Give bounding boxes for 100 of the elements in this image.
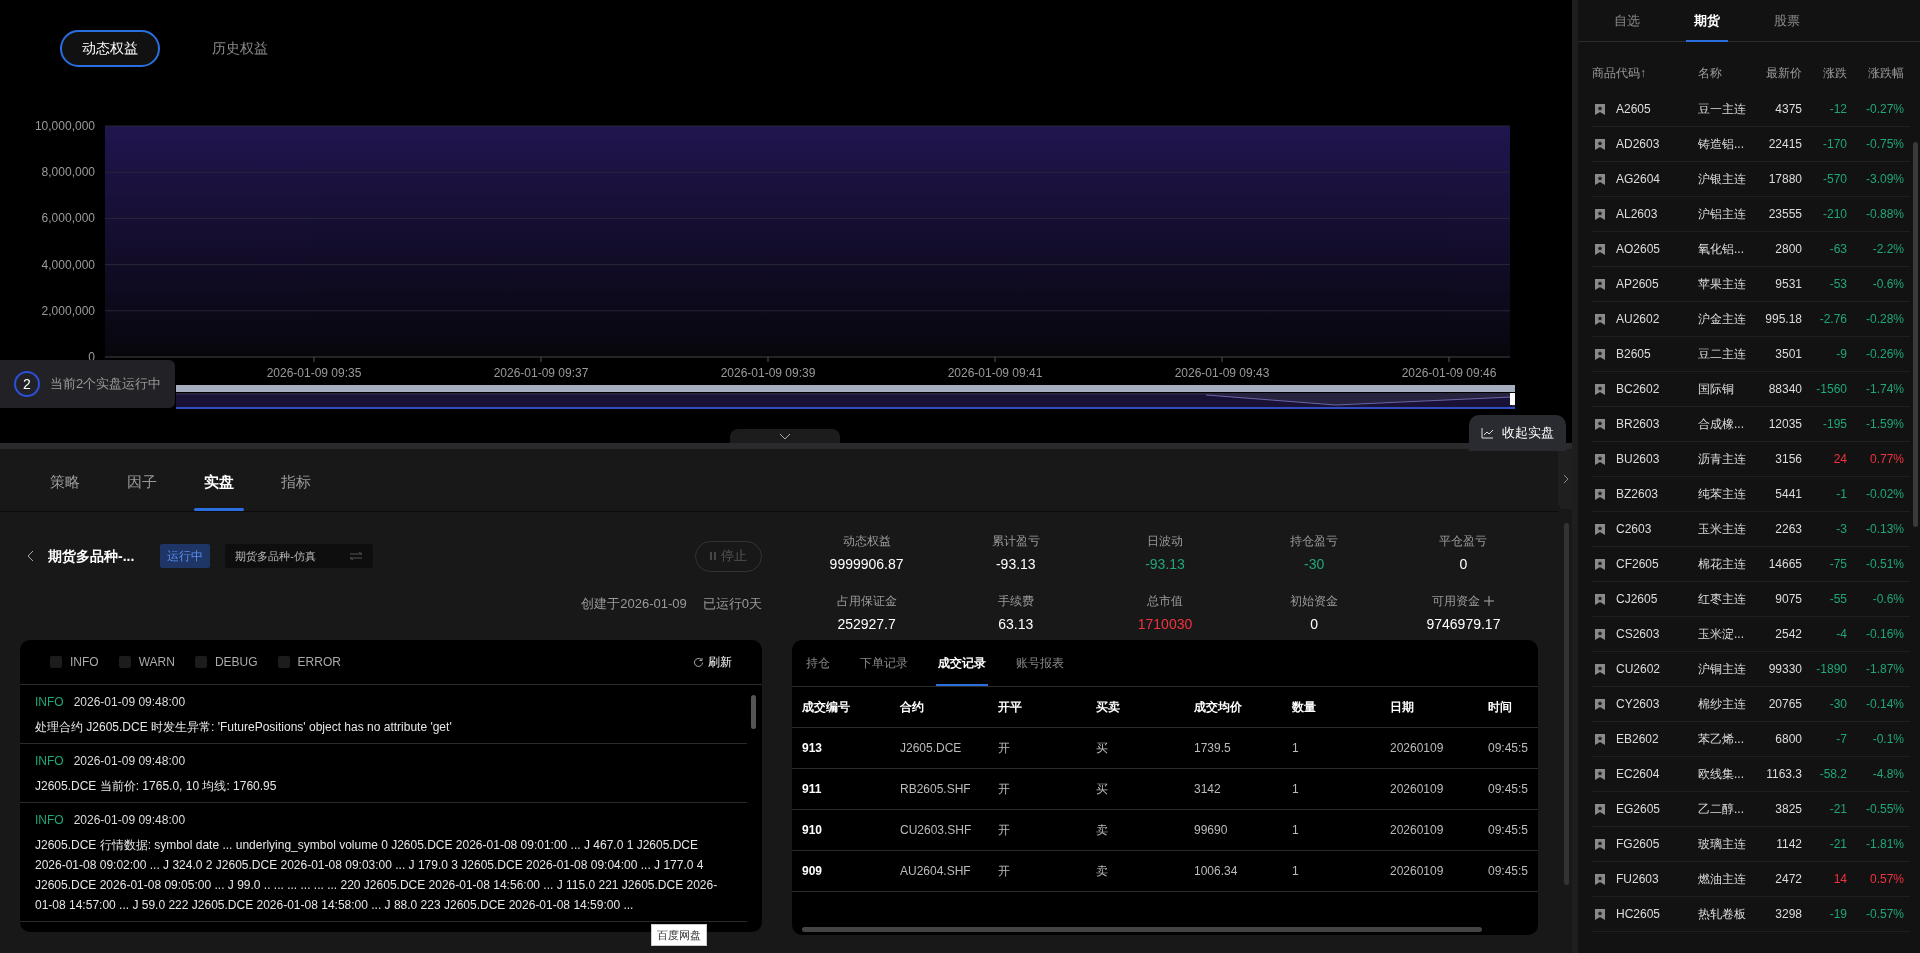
collapse-live-button[interactable]: 收起实盘 bbox=[1469, 415, 1566, 451]
slider-handle[interactable] bbox=[1510, 393, 1515, 405]
quote-code: AU2602 bbox=[1616, 311, 1660, 328]
bookmark-star-icon[interactable] bbox=[1594, 277, 1606, 291]
table-cell-text: 买 bbox=[1096, 740, 1109, 757]
tab[interactable]: 成交记录 bbox=[938, 640, 986, 686]
quote-price: 88340 bbox=[1767, 381, 1802, 398]
status-badge: 运行中 bbox=[160, 544, 211, 568]
tab[interactable]: 自选 bbox=[1606, 1, 1648, 41]
bookmark-star-icon[interactable] bbox=[1594, 312, 1606, 326]
metric-label: 累计盈亏 bbox=[991, 533, 1040, 550]
bookmark-star-icon[interactable] bbox=[1594, 907, 1606, 921]
quote-change: -195 bbox=[1821, 416, 1847, 433]
table-cell-text: 开 bbox=[998, 822, 1011, 839]
bookmark-star-icon[interactable] bbox=[1594, 522, 1606, 536]
tab[interactable]: 策略 bbox=[40, 453, 90, 511]
log-filter-checkbox[interactable]: WARN bbox=[118, 653, 175, 671]
running-strategies-badge[interactable]: 2 当前2个实盘运行中 bbox=[0, 360, 175, 408]
quote-price: 3501 bbox=[1774, 346, 1802, 363]
quote-name: 豆二主连 bbox=[1698, 346, 1747, 363]
bookmark-star-icon[interactable] bbox=[1594, 137, 1606, 151]
column-header: 最新价 bbox=[1765, 65, 1802, 82]
tooltip: 百度网盘 bbox=[651, 923, 707, 946]
bookmark-star-icon[interactable] bbox=[1594, 242, 1606, 256]
plus-icon[interactable] bbox=[1484, 596, 1495, 606]
bookmark-star-icon[interactable] bbox=[1594, 802, 1606, 816]
chevron-right-icon bbox=[1563, 474, 1570, 484]
tab[interactable]: 持仓 bbox=[806, 640, 830, 686]
tab[interactable]: 期货 bbox=[1686, 1, 1728, 41]
quote-name: 玉米主连 bbox=[1698, 521, 1747, 538]
metric-label: 日波动 bbox=[1147, 533, 1183, 550]
tab[interactable]: 股票 bbox=[1766, 1, 1808, 41]
table-cell-text: 20260109 bbox=[1390, 740, 1445, 757]
bookmark-star-icon[interactable] bbox=[1594, 557, 1606, 571]
bookmark-star-icon[interactable] bbox=[1594, 487, 1606, 501]
quote-name: 沪铝主连 bbox=[1698, 206, 1747, 223]
metric-value: 63.13 bbox=[998, 615, 1034, 634]
collapse-handle[interactable] bbox=[730, 429, 840, 443]
account-select[interactable]: 期货多品种-仿真 bbox=[225, 544, 374, 568]
quote-code: AG2604 bbox=[1616, 171, 1661, 188]
quote-name: 热轧卷板 bbox=[1698, 906, 1747, 923]
quote-name: 欧线集... bbox=[1698, 766, 1745, 783]
table-cell-text: 1 bbox=[1292, 740, 1300, 757]
tab[interactable]: 实盘 bbox=[194, 453, 244, 511]
table-cell-text: 1006.34 bbox=[1194, 863, 1239, 880]
bookmark-star-icon[interactable] bbox=[1594, 872, 1606, 886]
bookmark-star-icon[interactable] bbox=[1594, 382, 1606, 396]
metric-value: 9746979.17 bbox=[1426, 615, 1501, 634]
column-header[interactable]: 商品代码↑ bbox=[1592, 64, 1698, 82]
metric-value: 0 bbox=[1459, 555, 1468, 574]
quote-name: 沥青主连 bbox=[1698, 451, 1747, 468]
metric-label: 总市值 bbox=[1147, 593, 1183, 610]
bookmark-star-icon[interactable] bbox=[1594, 417, 1606, 431]
column-header: 名称 bbox=[1698, 65, 1723, 82]
scrollbar-thumb[interactable] bbox=[1563, 523, 1569, 885]
column-header: 涨跌 bbox=[1822, 65, 1847, 82]
quote-change-percent: 0.77% bbox=[1868, 451, 1904, 468]
tab[interactable]: 下单记录 bbox=[860, 640, 908, 686]
tab[interactable]: 指标 bbox=[271, 453, 321, 511]
bookmark-star-icon[interactable] bbox=[1594, 452, 1606, 466]
scrollbar-thumb[interactable] bbox=[751, 695, 756, 729]
tab[interactable]: 历史权益 bbox=[190, 30, 290, 67]
bookmark-star-icon[interactable] bbox=[1594, 662, 1606, 676]
log-filter-checkbox[interactable]: INFO bbox=[50, 653, 99, 671]
scrollbar-thumb[interactable] bbox=[802, 926, 1482, 932]
log-message: 处理合约 J2605.DCE 时发生异常: 'FuturePositions' object has no attribute 'get' bbox=[35, 719, 453, 736]
quote-name: 沪银主连 bbox=[1698, 171, 1747, 188]
bookmark-star-icon[interactable] bbox=[1594, 767, 1606, 781]
quote-change: 24 bbox=[1832, 451, 1847, 468]
scrollbar-thumb[interactable] bbox=[1912, 142, 1918, 527]
bookmark-star-icon[interactable] bbox=[1594, 172, 1606, 186]
quote-name: 合成橡... bbox=[1698, 416, 1745, 433]
column-header: 开平 bbox=[998, 699, 1023, 716]
bookmark-star-icon[interactable] bbox=[1594, 732, 1606, 746]
quote-price: 17880 bbox=[1767, 171, 1802, 188]
bookmark-star-icon[interactable] bbox=[1594, 697, 1606, 711]
bookmark-star-icon[interactable] bbox=[1594, 837, 1606, 851]
x-axis-label: 2026-01-09 09:37 bbox=[493, 366, 589, 380]
quote-name: 氧化铝... bbox=[1698, 241, 1745, 258]
refresh-button[interactable]: 刷新 bbox=[693, 653, 732, 671]
log-filter-checkbox[interactable]: ERROR bbox=[277, 653, 341, 671]
metric-value: 1710030 bbox=[1137, 615, 1193, 634]
quote-change-percent: -0.1% bbox=[1871, 731, 1904, 748]
bookmark-star-icon[interactable] bbox=[1594, 627, 1606, 641]
log-filter-checkbox[interactable]: DEBUG bbox=[194, 653, 258, 671]
quote-code: AP2605 bbox=[1616, 276, 1659, 293]
bookmark-star-icon[interactable] bbox=[1594, 592, 1606, 606]
quote-change-percent: -0.6% bbox=[1871, 591, 1904, 608]
bookmark-star-icon[interactable] bbox=[1594, 347, 1606, 361]
tab[interactable]: 因子 bbox=[117, 453, 167, 511]
quote-code: BC2602 bbox=[1616, 381, 1660, 398]
bookmark-star-icon[interactable] bbox=[1594, 207, 1606, 221]
bookmark-star-icon[interactable] bbox=[1594, 102, 1606, 116]
quote-code: CJ2605 bbox=[1616, 591, 1658, 608]
quote-code: EG2605 bbox=[1616, 801, 1661, 818]
table-cell-text: RB2605.SHF bbox=[900, 781, 972, 798]
quote-change-percent: -0.51% bbox=[1864, 556, 1904, 573]
tab[interactable]: 账号报表 bbox=[1016, 640, 1064, 686]
tab[interactable]: 动态权益 bbox=[60, 30, 160, 67]
table-cell-text: 卖 bbox=[1096, 863, 1109, 880]
